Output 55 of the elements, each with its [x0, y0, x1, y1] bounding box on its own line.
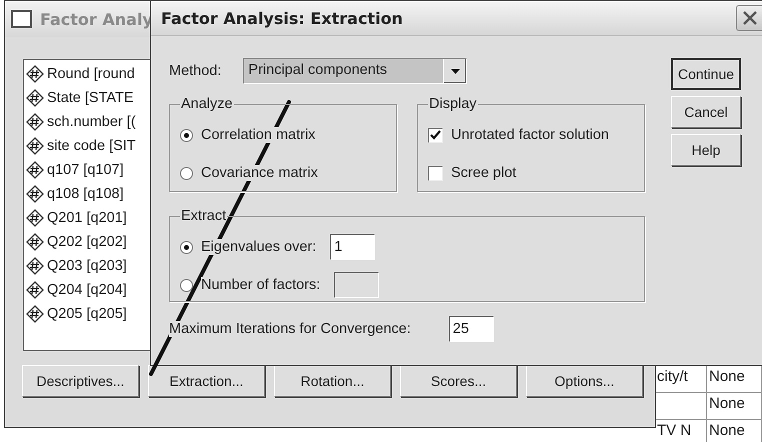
numeric-variable-icon [26, 233, 44, 251]
radio-button[interactable] [180, 240, 193, 254]
dialog-button[interactable]: Continue [671, 58, 741, 90]
window-icon [11, 10, 32, 28]
dialog-button[interactable]: Scores... [400, 365, 517, 397]
dialog-button[interactable]: Descriptives... [22, 365, 139, 397]
variable-item[interactable]: Q203 [q203] [47, 258, 127, 274]
checkbox-label[interactable]: Scree plot [451, 165, 516, 181]
radio-label[interactable]: Covariance matrix [201, 165, 318, 181]
radio-label[interactable]: Eigenvalues over: [201, 239, 316, 255]
dialog-button[interactable]: Cancel [671, 96, 741, 128]
variable-item[interactable]: site code [SIT [47, 138, 136, 154]
variable-item[interactable]: State [STATE [47, 90, 134, 106]
numeric-variable-icon [26, 161, 44, 179]
numeric-variable-icon [26, 137, 44, 155]
variable-item[interactable]: Q204 [q204] [47, 282, 127, 298]
checkbox[interactable] [428, 166, 443, 180]
input-field[interactable]: 25 [448, 316, 494, 342]
group-title: Display [428, 96, 478, 112]
group-title: Analyze [180, 96, 234, 112]
input-field[interactable]: 1 [330, 234, 376, 260]
radio-button[interactable] [180, 128, 193, 142]
radio-label[interactable]: Correlation matrix [201, 127, 316, 143]
iterations-label: Maximum Iterations for Convergence: [169, 321, 411, 337]
numeric-variable-icon [26, 305, 44, 323]
grid-cell: None [707, 393, 762, 420]
variable-item[interactable]: sch.number [( [47, 114, 136, 130]
numeric-variable-icon [26, 89, 44, 107]
variable-item[interactable]: q107 [q107] [47, 162, 124, 178]
variable-item[interactable]: Round [round [47, 66, 135, 82]
checkbox[interactable] [428, 128, 443, 142]
method-dropdown[interactable]: Principal components [243, 58, 468, 84]
numeric-variable-icon [26, 257, 44, 275]
close-icon [742, 10, 758, 26]
variable-item[interactable]: Q201 [q201] [47, 210, 127, 226]
group-title: Extract [180, 208, 228, 224]
dialog-button[interactable]: Extraction... [148, 365, 265, 397]
numeric-variable-icon [26, 65, 44, 83]
dialog-button[interactable]: Options... [526, 365, 643, 397]
window-title: Factor Analy [40, 10, 153, 28]
close-button[interactable] [736, 5, 762, 31]
variable-item[interactable]: q108 [q108] [47, 186, 124, 202]
variable-item[interactable]: Q205 [q205] [47, 306, 127, 322]
radio-button[interactable] [180, 166, 193, 180]
dialog-button[interactable]: Rotation... [274, 365, 391, 397]
variable-item[interactable]: Q202 [q202] [47, 234, 127, 250]
numeric-variable-icon [26, 209, 44, 227]
caret-icon [450, 68, 460, 74]
dialog-button[interactable]: Help [671, 134, 741, 166]
dialog-title: Factor Analysis: Extraction [161, 8, 403, 28]
numeric-variable-icon [26, 185, 44, 203]
numeric-variable-icon [26, 281, 44, 299]
grid-cell: None [707, 420, 762, 442]
numeric-variable-icon [26, 113, 44, 131]
variable-list[interactable]: Round [round State [STATE sch.number [( site code [SIT q107 [q107] q108 [q108] Q201 [q201] Q202 [q202] Q203 [q203] Q204 [q204] Q205 [q205] [23, 59, 151, 351]
